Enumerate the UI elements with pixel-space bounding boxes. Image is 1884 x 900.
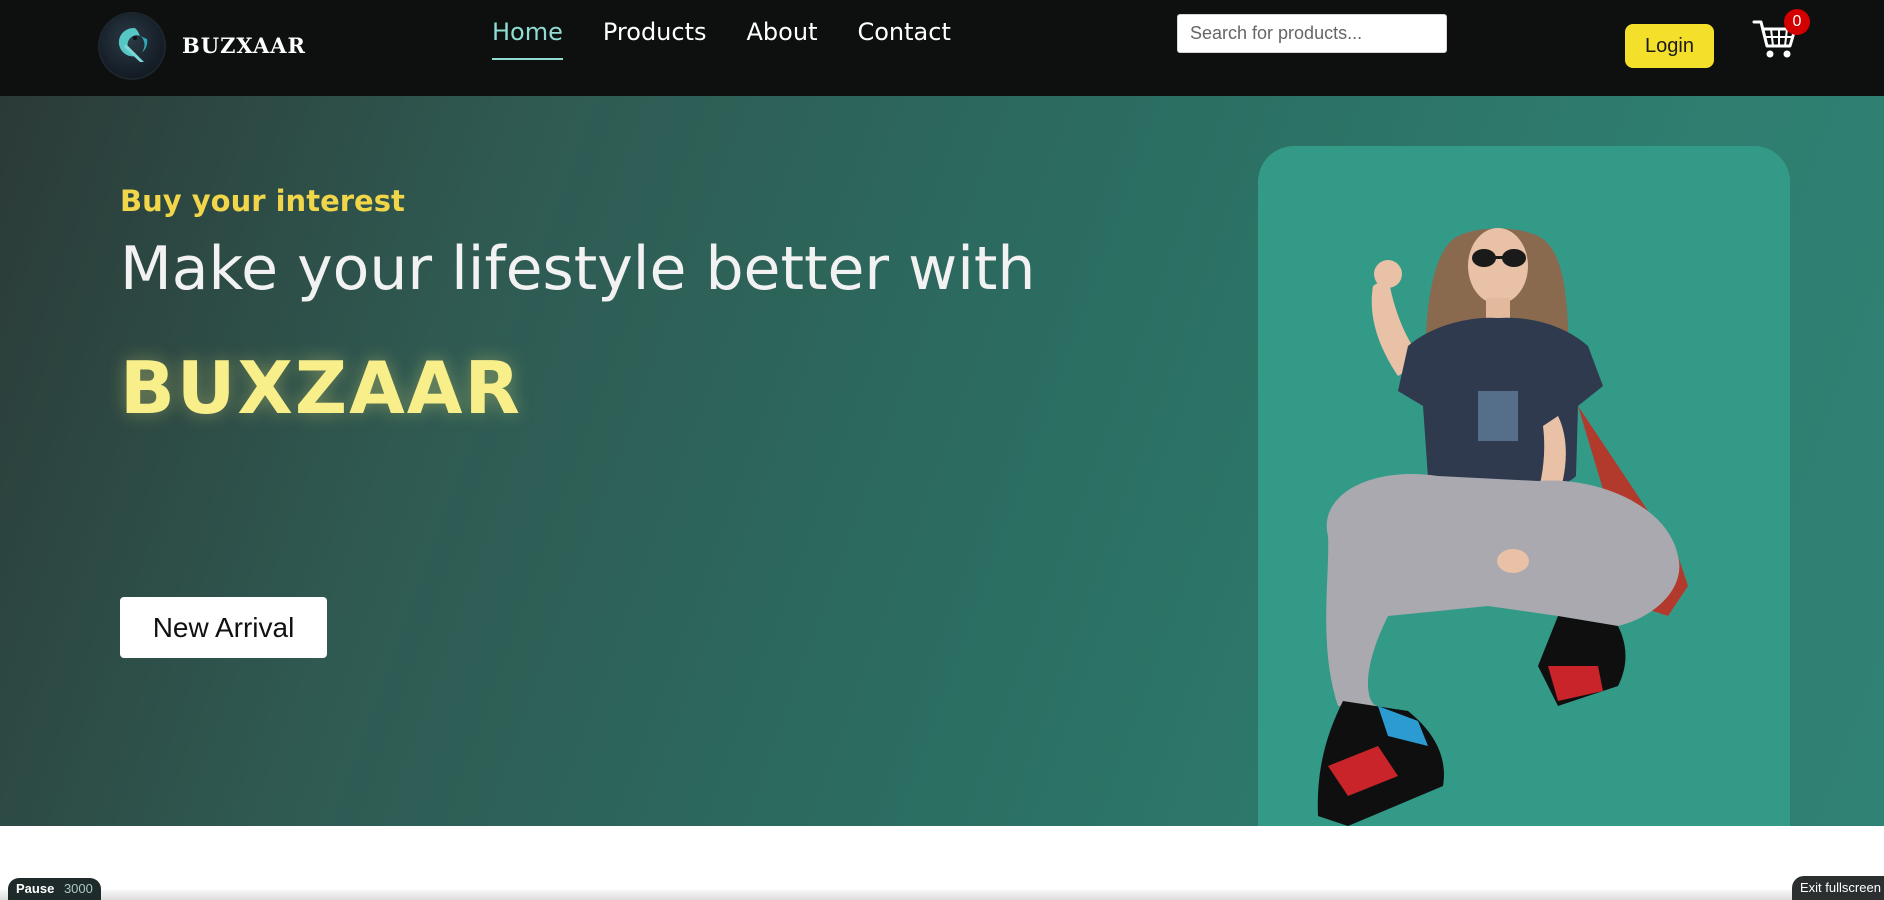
- overlay-number: 3000: [63, 881, 93, 896]
- model-image: [1317, 228, 1688, 826]
- top-navbar: BUZXAAR Home Products About Contact Logi…: [0, 0, 1884, 96]
- main-nav: Home Products About Contact: [492, 18, 951, 60]
- brand-name[interactable]: BUZXAAR: [182, 33, 306, 58]
- new-arrival-button[interactable]: New Arrival: [120, 597, 327, 658]
- nav-home[interactable]: Home: [492, 18, 563, 60]
- brand-logo-icon[interactable]: [100, 14, 164, 78]
- nav-contact[interactable]: Contact: [857, 18, 950, 60]
- hero-image-card: [1258, 146, 1790, 876]
- hero-brand-text: BUXZAAR: [120, 346, 522, 430]
- search-input[interactable]: [1177, 14, 1447, 53]
- exit-fullscreen-button[interactable]: Exit fullscreen: [1792, 876, 1884, 900]
- page-bottom-shadow: [0, 890, 1884, 900]
- cart-count-badge: 0: [1784, 9, 1810, 35]
- hero-tagline: Buy your interest: [120, 184, 405, 218]
- pause-control[interactable]: Pause 3000: [8, 878, 101, 900]
- content-section-start: [0, 826, 1884, 900]
- pause-label[interactable]: Pause: [16, 881, 54, 896]
- hero-headline: Make your lifestyle better with: [120, 234, 1036, 304]
- nav-products[interactable]: Products: [603, 18, 707, 60]
- nav-about[interactable]: About: [747, 18, 818, 60]
- brand-logo-graphic: [118, 28, 148, 62]
- login-button[interactable]: Login: [1625, 24, 1714, 68]
